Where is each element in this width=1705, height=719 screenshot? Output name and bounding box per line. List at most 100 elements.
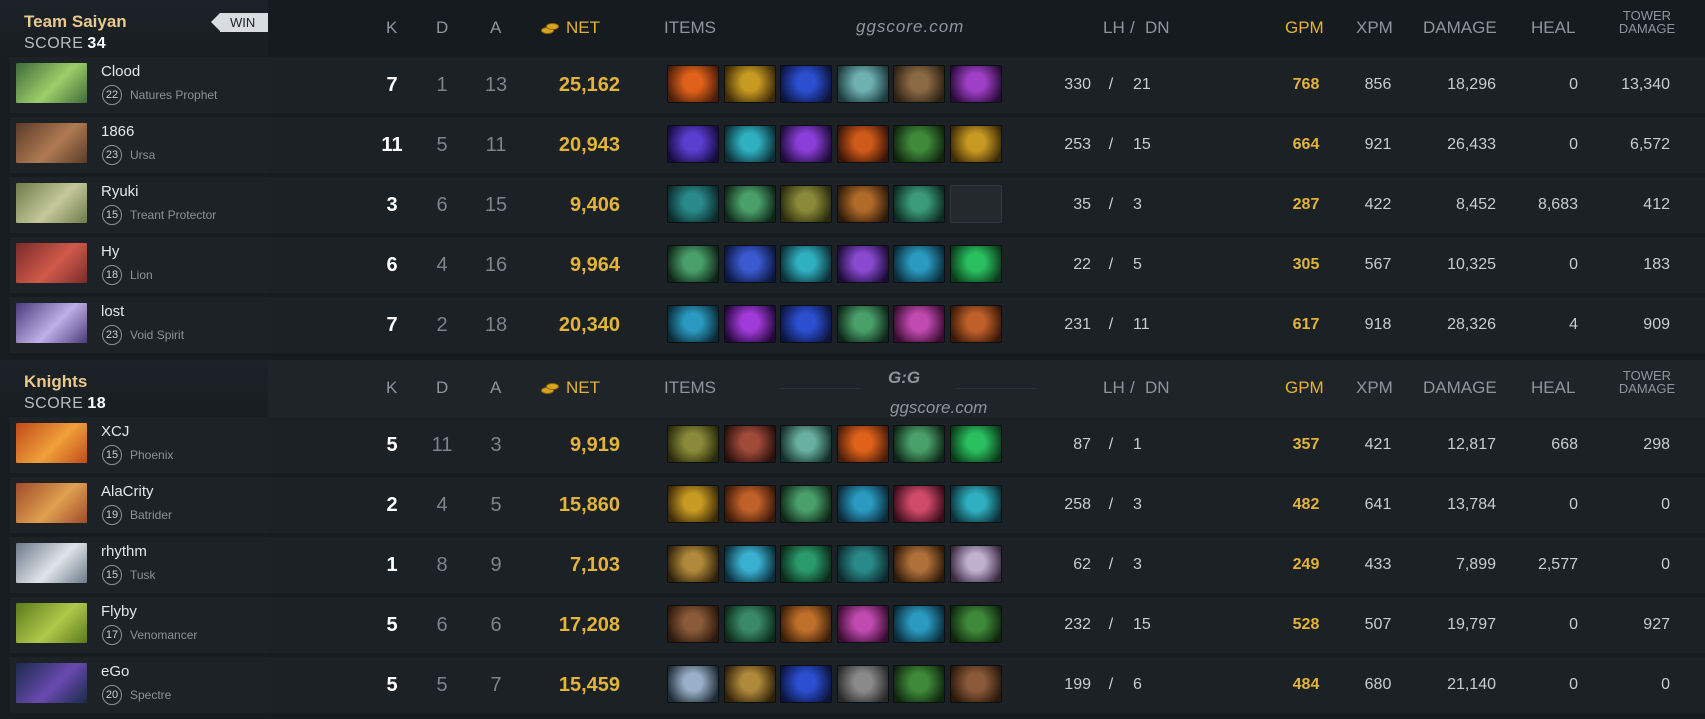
item-icon[interactable] (724, 305, 776, 343)
tower-label-line2: DAMAGE (1618, 381, 1676, 396)
item-icon[interactable] (893, 545, 945, 583)
hero-name: Venomancer (130, 628, 198, 642)
header-net-worth: NET (566, 18, 600, 37)
stats-row: 5 6 6 17,208 232 / 15 528 507 19,797 0 927 (268, 597, 1705, 653)
player-card[interactable]: 1866 23 Ursa (10, 117, 268, 173)
item-icon[interactable] (837, 545, 889, 583)
stats-row: 5 5 7 15,459 199 / 6 484 680 21,140 0 0 (268, 657, 1705, 713)
item-icon[interactable] (724, 665, 776, 703)
item-icon[interactable] (780, 485, 832, 523)
item-icon[interactable] (950, 305, 1002, 343)
item-icon[interactable] (780, 65, 832, 103)
player-card[interactable]: rhythm 15 Tusk (10, 537, 268, 593)
item-icon[interactable] (780, 605, 832, 643)
last-hits: 253 (1064, 136, 1091, 153)
player-card[interactable]: XCJ 15 Phoenix (10, 417, 268, 473)
item-icon[interactable] (724, 485, 776, 523)
damage: 19,797 (1447, 616, 1496, 633)
player-card[interactable]: Hy 18 Lion (10, 237, 268, 293)
item-icon[interactable] (950, 665, 1002, 703)
item-icon[interactable] (837, 485, 889, 523)
hero-name: Phoenix (130, 448, 174, 462)
item-icon[interactable] (780, 545, 832, 583)
item-icon[interactable] (893, 65, 945, 103)
item-icon[interactable] (780, 245, 832, 283)
item-icon[interactable] (893, 305, 945, 343)
item-icon[interactable] (780, 665, 832, 703)
item-icon[interactable] (667, 485, 719, 523)
kills: 1 (386, 554, 398, 576)
player-card[interactable]: AlaCrity 19 Batrider (10, 477, 268, 533)
item-icon[interactable] (893, 665, 945, 703)
item-icon[interactable] (893, 125, 945, 163)
player-name: Clood (101, 63, 141, 80)
item-icon[interactable] (893, 605, 945, 643)
item-icon[interactable] (724, 65, 776, 103)
score-value: 18 (87, 395, 107, 412)
item-icon[interactable] (950, 545, 1002, 583)
header-deaths: D (436, 378, 449, 397)
gpm: 482 (1292, 496, 1320, 513)
item-icon[interactable] (837, 65, 889, 103)
item-icon[interactable] (667, 125, 719, 163)
item-icon[interactable] (950, 605, 1002, 643)
item-icon[interactable] (667, 305, 719, 343)
item-icon[interactable] (724, 185, 776, 223)
item-icon[interactable] (667, 665, 719, 703)
item-icon[interactable] (780, 125, 832, 163)
xpm: 641 (1364, 496, 1392, 513)
item-icon[interactable] (893, 485, 945, 523)
tower-damage: 183 (1643, 256, 1670, 273)
player-card[interactable]: lost 23 Void Spirit (10, 297, 268, 353)
player-card[interactable]: eGo 20 Spectre (10, 657, 268, 713)
item-icon[interactable] (837, 665, 889, 703)
item-icon[interactable] (667, 245, 719, 283)
item-icon[interactable] (724, 125, 776, 163)
item-icon[interactable] (950, 245, 1002, 283)
hero-level: 17 (102, 625, 122, 645)
item-icon[interactable] (837, 425, 889, 463)
item-icon[interactable] (724, 605, 776, 643)
item-icon[interactable] (950, 125, 1002, 163)
player-name: 1866 (101, 123, 135, 140)
player-card[interactable]: Ryuki 15 Treant Protector (10, 177, 268, 233)
team-score: SCORE 34 (24, 35, 106, 53)
header-denies: DN (1145, 18, 1170, 37)
item-icon[interactable] (667, 65, 719, 103)
item-icon[interactable] (893, 425, 945, 463)
item-icon[interactable] (837, 125, 889, 163)
team-header: Team SaiyanSCORE34WIN31:59 (0, 0, 342, 60)
item-icon[interactable] (780, 305, 832, 343)
item-icon[interactable] (667, 425, 719, 463)
item-icon[interactable] (950, 65, 1002, 103)
item-icon[interactable] (667, 545, 719, 583)
item-icon[interactable] (893, 245, 945, 283)
item-icon[interactable] (837, 185, 889, 223)
xpm: 856 (1364, 76, 1392, 93)
header-kills: K (386, 378, 398, 397)
kills: 5 (386, 674, 398, 696)
item-icon[interactable] (724, 245, 776, 283)
gpm: 484 (1292, 676, 1320, 693)
assists: 13 (484, 74, 508, 96)
damage: 28,326 (1447, 316, 1496, 333)
item-icon[interactable] (950, 485, 1002, 523)
item-icon[interactable] (837, 245, 889, 283)
header-heal: HEAL (1531, 378, 1576, 397)
item-icon[interactable] (724, 545, 776, 583)
item-icon[interactable] (667, 185, 719, 223)
item-icon[interactable] (724, 425, 776, 463)
item-icon[interactable] (837, 605, 889, 643)
tower-damage: 6,572 (1629, 136, 1670, 153)
item-icon[interactable] (893, 185, 945, 223)
item-icon[interactable] (950, 425, 1002, 463)
item-icon[interactable] (667, 605, 719, 643)
kills: 3 (386, 194, 398, 216)
hero-portrait (16, 123, 87, 163)
player-card[interactable]: Clood 22 Natures Prophet (10, 57, 268, 113)
player-card[interactable]: Flyby 17 Venomancer (10, 597, 268, 653)
badge-notch (211, 13, 220, 31)
item-icon[interactable] (837, 305, 889, 343)
item-icon[interactable] (780, 185, 832, 223)
item-icon[interactable] (780, 425, 832, 463)
